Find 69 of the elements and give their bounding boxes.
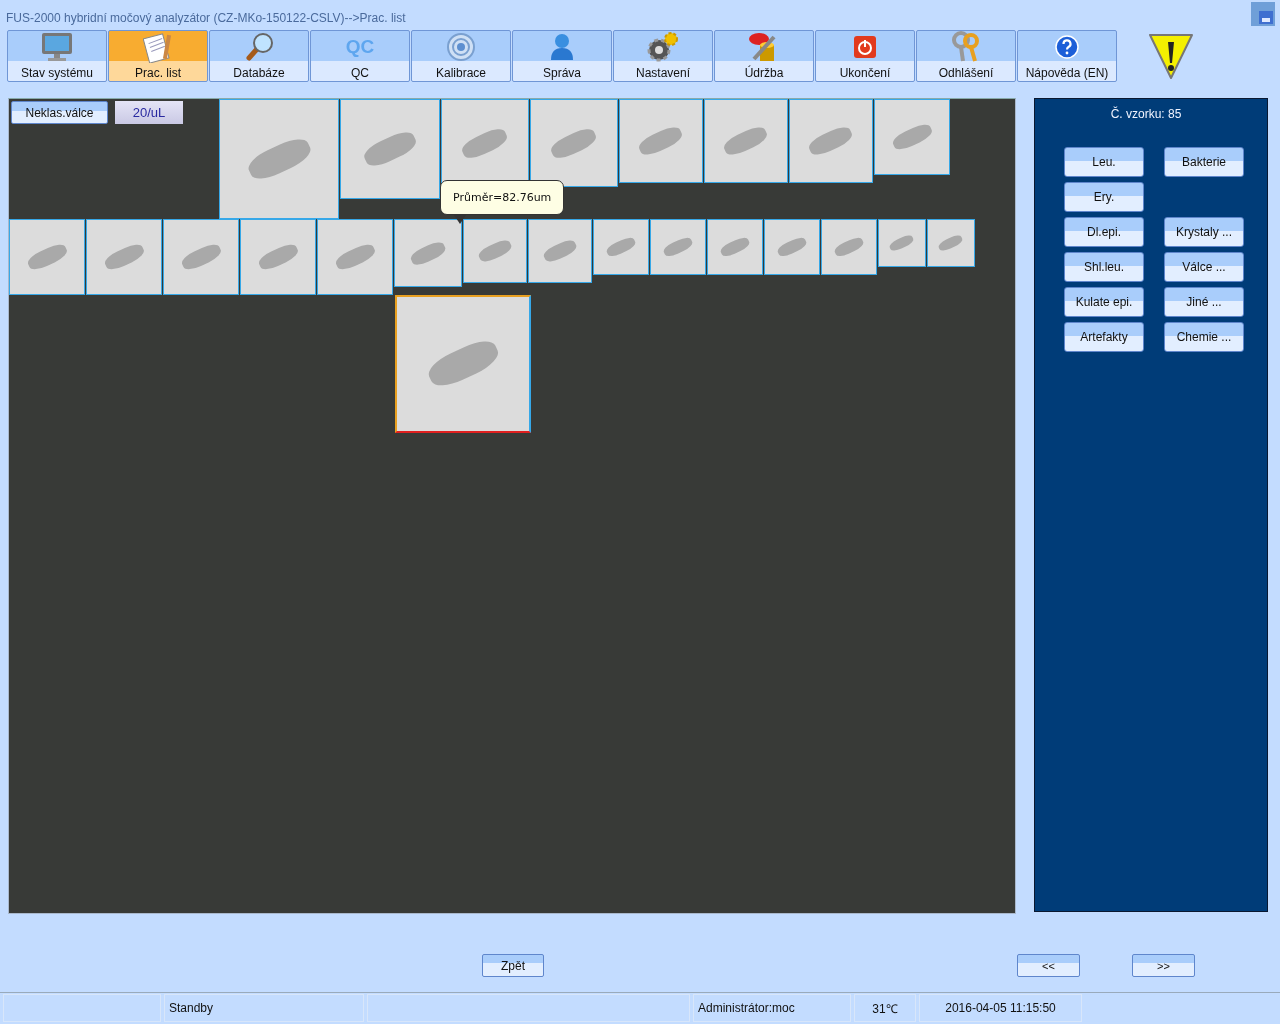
class-button[interactable]: Bakterie xyxy=(1164,147,1244,177)
user-text: Administrátor:moc xyxy=(693,994,851,1022)
class-button[interactable]: Leu. xyxy=(1064,147,1144,177)
help-icon xyxy=(1055,35,1079,59)
status-text: Standby xyxy=(164,994,364,1022)
cell-image-placeholder[interactable] xyxy=(764,219,820,275)
warning-icon[interactable] xyxy=(1148,32,1194,80)
search-icon xyxy=(244,32,274,62)
cell-image-placeholder[interactable] xyxy=(821,219,877,275)
class-button[interactable]: Kulate epi. xyxy=(1064,287,1144,317)
cell-image-placeholder[interactable] xyxy=(593,219,649,275)
window-icon[interactable] xyxy=(1251,2,1275,26)
cell-image-placeholder[interactable] xyxy=(463,219,527,283)
cell-image-placeholder[interactable] xyxy=(9,219,85,295)
cell-image-placeholder[interactable] xyxy=(878,219,926,267)
tooltip: Průměr=82.76um xyxy=(440,180,565,224)
window-title: FUS-2000 hybridní močový analyzátor (CZ-MKo-150122-CSLV)-->Prac. list xyxy=(6,11,406,25)
cell-image-placeholder[interactable] xyxy=(619,99,703,183)
cell-image-placeholder[interactable] xyxy=(707,219,763,275)
class-button[interactable]: Krystaly ... xyxy=(1164,217,1244,247)
user-icon xyxy=(550,33,574,61)
cell-image-placeholder[interactable] xyxy=(530,99,618,187)
class-button[interactable]: Artefakty xyxy=(1064,322,1144,352)
next-button[interactable]: >> xyxy=(1132,954,1195,977)
toolbar-button[interactable]: Kalibrace xyxy=(411,30,511,82)
cell-image-placeholder[interactable] xyxy=(528,219,592,283)
cell-image-placeholder[interactable] xyxy=(394,219,462,287)
concentration-label: 20/uL xyxy=(115,101,183,124)
cell-image-placeholder[interactable] xyxy=(86,219,162,295)
cell-image-placeholder[interactable] xyxy=(395,295,531,433)
cell-image-placeholder[interactable] xyxy=(240,219,316,295)
cell-image-placeholder[interactable] xyxy=(163,219,239,295)
cell-image-placeholder[interactable] xyxy=(789,99,873,183)
previous-button[interactable]: << xyxy=(1017,954,1080,977)
cell-image-placeholder[interactable] xyxy=(219,99,339,219)
datetime-text: 2016-04-05 11:15:50 xyxy=(919,994,1082,1022)
back-button[interactable]: Zpět xyxy=(482,954,544,977)
toolbar-button[interactable]: Databáze xyxy=(209,30,309,82)
notepad-icon xyxy=(143,31,173,63)
cell-image-placeholder[interactable] xyxy=(927,219,975,267)
class-button[interactable]: Válce ... xyxy=(1164,252,1244,282)
target-icon xyxy=(446,32,476,62)
cell-image-placeholder[interactable] xyxy=(340,99,440,199)
cell-image-placeholder[interactable] xyxy=(650,219,706,275)
toolbar-button[interactable]: QC QC xyxy=(310,30,410,82)
toolbar-button[interactable]: Správa xyxy=(512,30,612,82)
class-button[interactable]: Dl.epi. xyxy=(1064,217,1144,247)
temperature-text: 31℃ xyxy=(854,994,916,1022)
toolbar-button[interactable]: Odhlášení xyxy=(916,30,1016,82)
qc-icon: QC xyxy=(345,36,375,58)
toolbar-button[interactable]: Prac. list xyxy=(108,30,208,82)
monitor-icon xyxy=(41,32,73,62)
gears-icon xyxy=(647,32,679,62)
class-button[interactable]: Ery. xyxy=(1064,182,1144,212)
cell-image-placeholder[interactable] xyxy=(874,99,950,175)
sample-number: Č. vzorku: 85 xyxy=(1109,107,1183,121)
toolbar-button[interactable]: Nápověda (EN) xyxy=(1017,30,1117,82)
class-button[interactable]: Jiné ... xyxy=(1164,287,1244,317)
toolbar-button[interactable]: Nastavení xyxy=(613,30,713,82)
class-button[interactable]: Shl.leu. xyxy=(1064,252,1144,282)
toolbar-button[interactable]: Údržba xyxy=(714,30,814,82)
cell-image-placeholder[interactable] xyxy=(704,99,788,183)
power-icon xyxy=(853,35,877,59)
cell-image-placeholder[interactable] xyxy=(317,219,393,295)
keys-icon xyxy=(951,31,981,63)
class-button[interactable]: Chemie ... xyxy=(1164,322,1244,352)
toolbar-button[interactable]: Stav systému xyxy=(7,30,107,82)
category-button[interactable]: Neklas.válce xyxy=(11,101,108,124)
toolbar-button[interactable]: Ukončení xyxy=(815,30,915,82)
